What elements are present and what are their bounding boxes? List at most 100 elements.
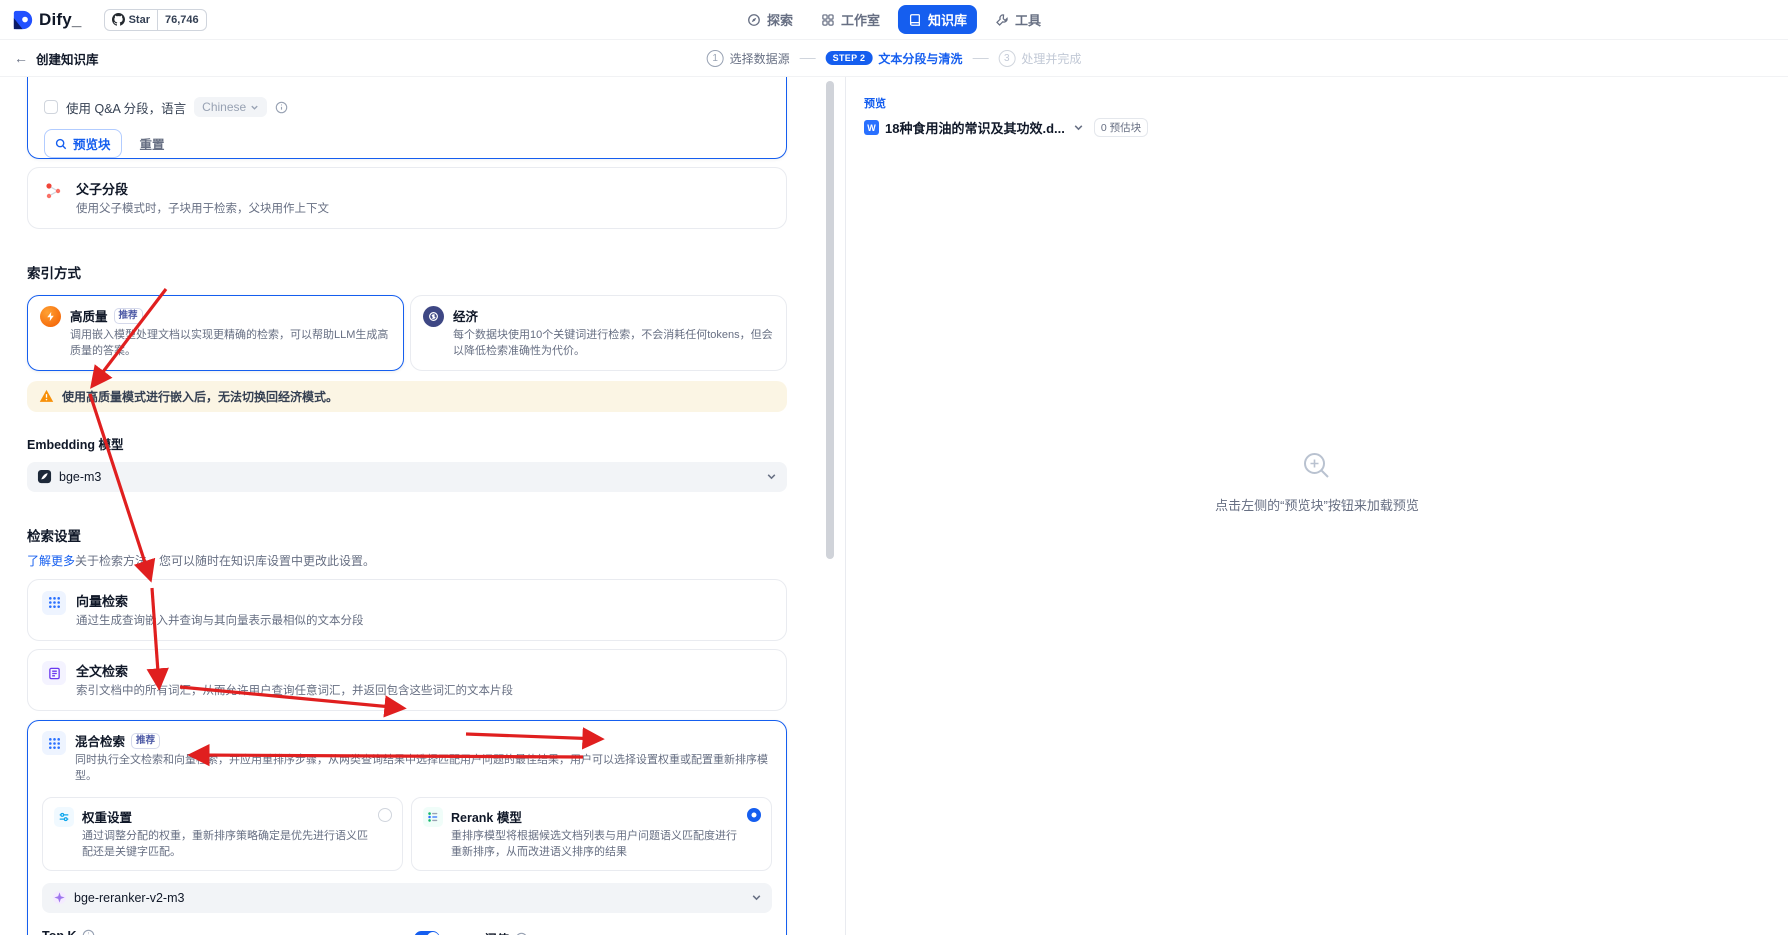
github-star-segment: Star — [105, 13, 157, 26]
segmentation-settings-panel: 使用 Q&A 分段，语言 Chinese 预览块 重置 父子分段 使用父子模式时… — [0, 77, 845, 935]
chevron-down-icon — [251, 105, 258, 110]
embedding-model-select[interactable]: bge-m3 — [27, 461, 787, 492]
score-threshold-control: Score 阈值 0.5 — [414, 929, 772, 935]
github-star-widget[interactable]: Star 76,746 — [103, 8, 207, 31]
language-value: Chinese — [202, 100, 247, 114]
language-select[interactable]: Chinese — [194, 97, 268, 117]
qa-segmentation-checkbox[interactable] — [44, 100, 58, 114]
fulltext-search-title: 全文检索 — [76, 664, 129, 680]
economical-desc: 每个数据块使用10个关键词进行检索，不会消耗任何tokens，但会以降低检索准确… — [453, 329, 773, 358]
document-title: 18种食用油的常识及其功效.d... — [885, 121, 1065, 136]
vector-search-icon — [42, 590, 66, 615]
dify-logo[interactable]: Dify_ — [12, 9, 82, 31]
retrieval-option-vector[interactable]: 向量检索 通过生成查询嵌入并查询与其向量表示最相似的文本分段 — [27, 578, 787, 642]
high-quality-title: 高质量 — [70, 310, 108, 325]
chevron-down-icon — [766, 471, 777, 482]
retrieval-option-hybrid[interactable]: 混合检索 推荐 同时执行全文检索和向量检索，并应用重排序步骤，从两类查询结果中选… — [27, 720, 787, 935]
info-icon — [82, 929, 95, 935]
page-subheader: ← 创建知识库 1 选择数据源 STEP 2 文本分段与清洗 3 处理并完成 — [0, 40, 1788, 77]
main-content: 使用 Q&A 分段，语言 Chinese 预览块 重置 父子分段 使用父子模式时… — [0, 77, 1788, 935]
preview-empty-text: 点击左侧的“预览块”按钮来加载预览 — [1215, 498, 1419, 513]
rerank-model-icon — [423, 807, 443, 828]
nav-label: 探索 — [766, 13, 793, 28]
step-1-number: 1 — [706, 49, 724, 67]
step-3: 3 处理并完成 — [998, 49, 1081, 67]
step-divider — [972, 57, 989, 59]
retrieval-settings-heading: 检索设置 — [27, 528, 81, 544]
back-button[interactable]: ← 创建知识库 — [14, 49, 99, 68]
studio-icon — [822, 13, 834, 26]
learn-more-link[interactable]: 了解更多 — [27, 554, 75, 568]
weight-settings-desc: 通过调整分配的权重，重新排序策略确定是优先进行语义匹配还是关键字匹配。 — [82, 830, 368, 858]
fulltext-search-icon — [42, 661, 66, 686]
weight-settings-title: 权重设置 — [82, 811, 133, 826]
warning-icon — [39, 390, 54, 403]
star-label: Star — [128, 13, 150, 26]
step-indicator: 1 选择数据源 STEP 2 文本分段与清洗 3 处理并完成 — [706, 49, 1081, 67]
index-method-options: 高质量 推荐 调用嵌入模型处理文档以实现更精确的检索，可以帮助LLM生成高质量的… — [27, 295, 787, 371]
general-segmentation-card[interactable]: 使用 Q&A 分段，语言 Chinese 预览块 重置 — [27, 77, 787, 159]
step-1-label: 选择数据源 — [729, 51, 790, 66]
parent-child-segmentation-card[interactable]: 父子分段 使用父子模式时，子块用于检索，父块用作上下文 — [27, 167, 787, 230]
preview-empty-state: 点击左侧的“预览块”按钮来加载预览 — [846, 449, 1788, 514]
primary-nav: 探索 工作室 知识库 工具 — [737, 5, 1051, 34]
hybrid-search-title: 混合检索 — [75, 735, 126, 750]
reset-button[interactable]: 重置 — [140, 134, 165, 153]
hybrid-search-desc: 同时执行全文检索和向量检索，并应用重排序步骤，从两类查询结果中选择匹配用户问题的… — [75, 754, 768, 783]
index-option-economical[interactable]: 经济 每个数据块使用10个关键词进行检索，不会消耗任何tokens，但会以降低检… — [410, 295, 787, 371]
embedding-model-icon — [37, 470, 52, 484]
high-quality-desc: 调用嵌入模型处理文档以实现更精确的检索，可以帮助LLM生成高质量的答案。 — [70, 329, 389, 358]
index-option-high-quality[interactable]: 高质量 推荐 调用嵌入模型处理文档以实现更精确的检索，可以帮助LLM生成高质量的… — [27, 295, 404, 371]
magnifier-icon — [55, 138, 67, 149]
embedding-model-label: Embedding 模型 — [27, 437, 124, 452]
retrieval-option-fulltext[interactable]: 全文检索 索引文档中的所有词汇，从而允许用户查询任意词汇，并返回包含这些词汇的文… — [27, 649, 787, 712]
index-method-warning: 使用高质量模式进行嵌入后，无法切换回经济模式。 — [27, 380, 787, 412]
economical-title: 经济 — [453, 310, 479, 325]
hybrid-search-icon — [42, 731, 66, 756]
weight-settings-icon — [54, 807, 74, 828]
step-2-badge: STEP 2 — [825, 51, 873, 65]
step-2-label: 文本分段与清洗 — [878, 51, 963, 66]
preview-badge: 预览 — [864, 98, 886, 110]
step-3-number: 3 — [998, 49, 1016, 67]
tools-icon — [996, 13, 1008, 26]
recommended-badge: 推荐 — [113, 307, 143, 324]
recommended-badge: 推荐 — [131, 732, 161, 749]
top-k-control: Top K 3 — [42, 929, 398, 935]
nav-item-studio[interactable]: 工作室 — [811, 5, 890, 34]
preview-chunk-button[interactable]: 预览块 — [44, 129, 122, 158]
vector-search-desc: 通过生成查询嵌入并查询与其向量表示最相似的文本分段 — [76, 614, 364, 627]
nav-item-tools[interactable]: 工具 — [985, 5, 1051, 34]
top-navigation-bar: Dify_ Star 76,746 探索 工作室 知识库 工具 — [0, 0, 1788, 40]
star-count: 76,746 — [156, 9, 206, 30]
preview-panel: 预览 W 18种食用油的常识及其功效.d... 0 预估块 点击左侧的“预览块”… — [845, 77, 1788, 935]
hybrid-controls: Top K 3 — [42, 929, 772, 935]
rerank-model-desc: 重排序模型将根据候选文档列表与用户问题语义匹配度进行重新排序，从而改进语义排序的… — [451, 830, 737, 858]
nav-label: 工作室 — [840, 13, 880, 28]
back-arrow-icon: ← — [14, 50, 28, 66]
chevron-down-icon — [751, 892, 762, 903]
weight-settings-radio[interactable] — [378, 808, 392, 823]
rerank-model-select[interactable]: bge-reranker-v2-m3 — [42, 882, 772, 913]
score-threshold-toggle[interactable] — [414, 930, 440, 935]
warning-text: 使用高质量模式进行嵌入后，无法切换回经济模式。 — [62, 389, 339, 404]
index-method-heading: 索引方式 — [27, 266, 81, 282]
economical-icon — [423, 306, 444, 328]
knowledge-icon — [910, 13, 920, 26]
top-k-label: Top K — [42, 929, 76, 935]
qa-segmentation-label: 使用 Q&A 分段，语言 — [66, 101, 187, 116]
nav-item-explore[interactable]: 探索 — [737, 5, 803, 34]
vector-search-title: 向量检索 — [76, 593, 129, 609]
rerank-model-radio[interactable] — [747, 808, 761, 823]
explore-icon — [748, 13, 760, 26]
weight-settings-option[interactable]: 权重设置 通过调整分配的权重，重新排序策略确定是优先进行语义匹配还是关键字匹配。 — [42, 797, 403, 871]
rerank-model-value: bge-reranker-v2-m3 — [74, 890, 185, 905]
github-icon — [111, 13, 125, 26]
rerank-model-option[interactable]: Rerank 模型 重排序模型将根据候选文档列表与用户问题语义匹配度进行重新排序… — [411, 797, 772, 871]
page-title: 创建知识库 — [36, 52, 99, 67]
document-selector[interactable]: W 18种食用油的常识及其功效.d... 0 预估块 — [864, 118, 1770, 137]
parent-child-title: 父子分段 — [76, 182, 129, 197]
vertical-scrollbar[interactable] — [826, 81, 834, 559]
nav-item-knowledge[interactable]: 知识库 — [898, 5, 978, 34]
retrieval-hint-text: 关于检索方法，您可以随时在知识库设置中更改此设置。 — [75, 553, 376, 568]
